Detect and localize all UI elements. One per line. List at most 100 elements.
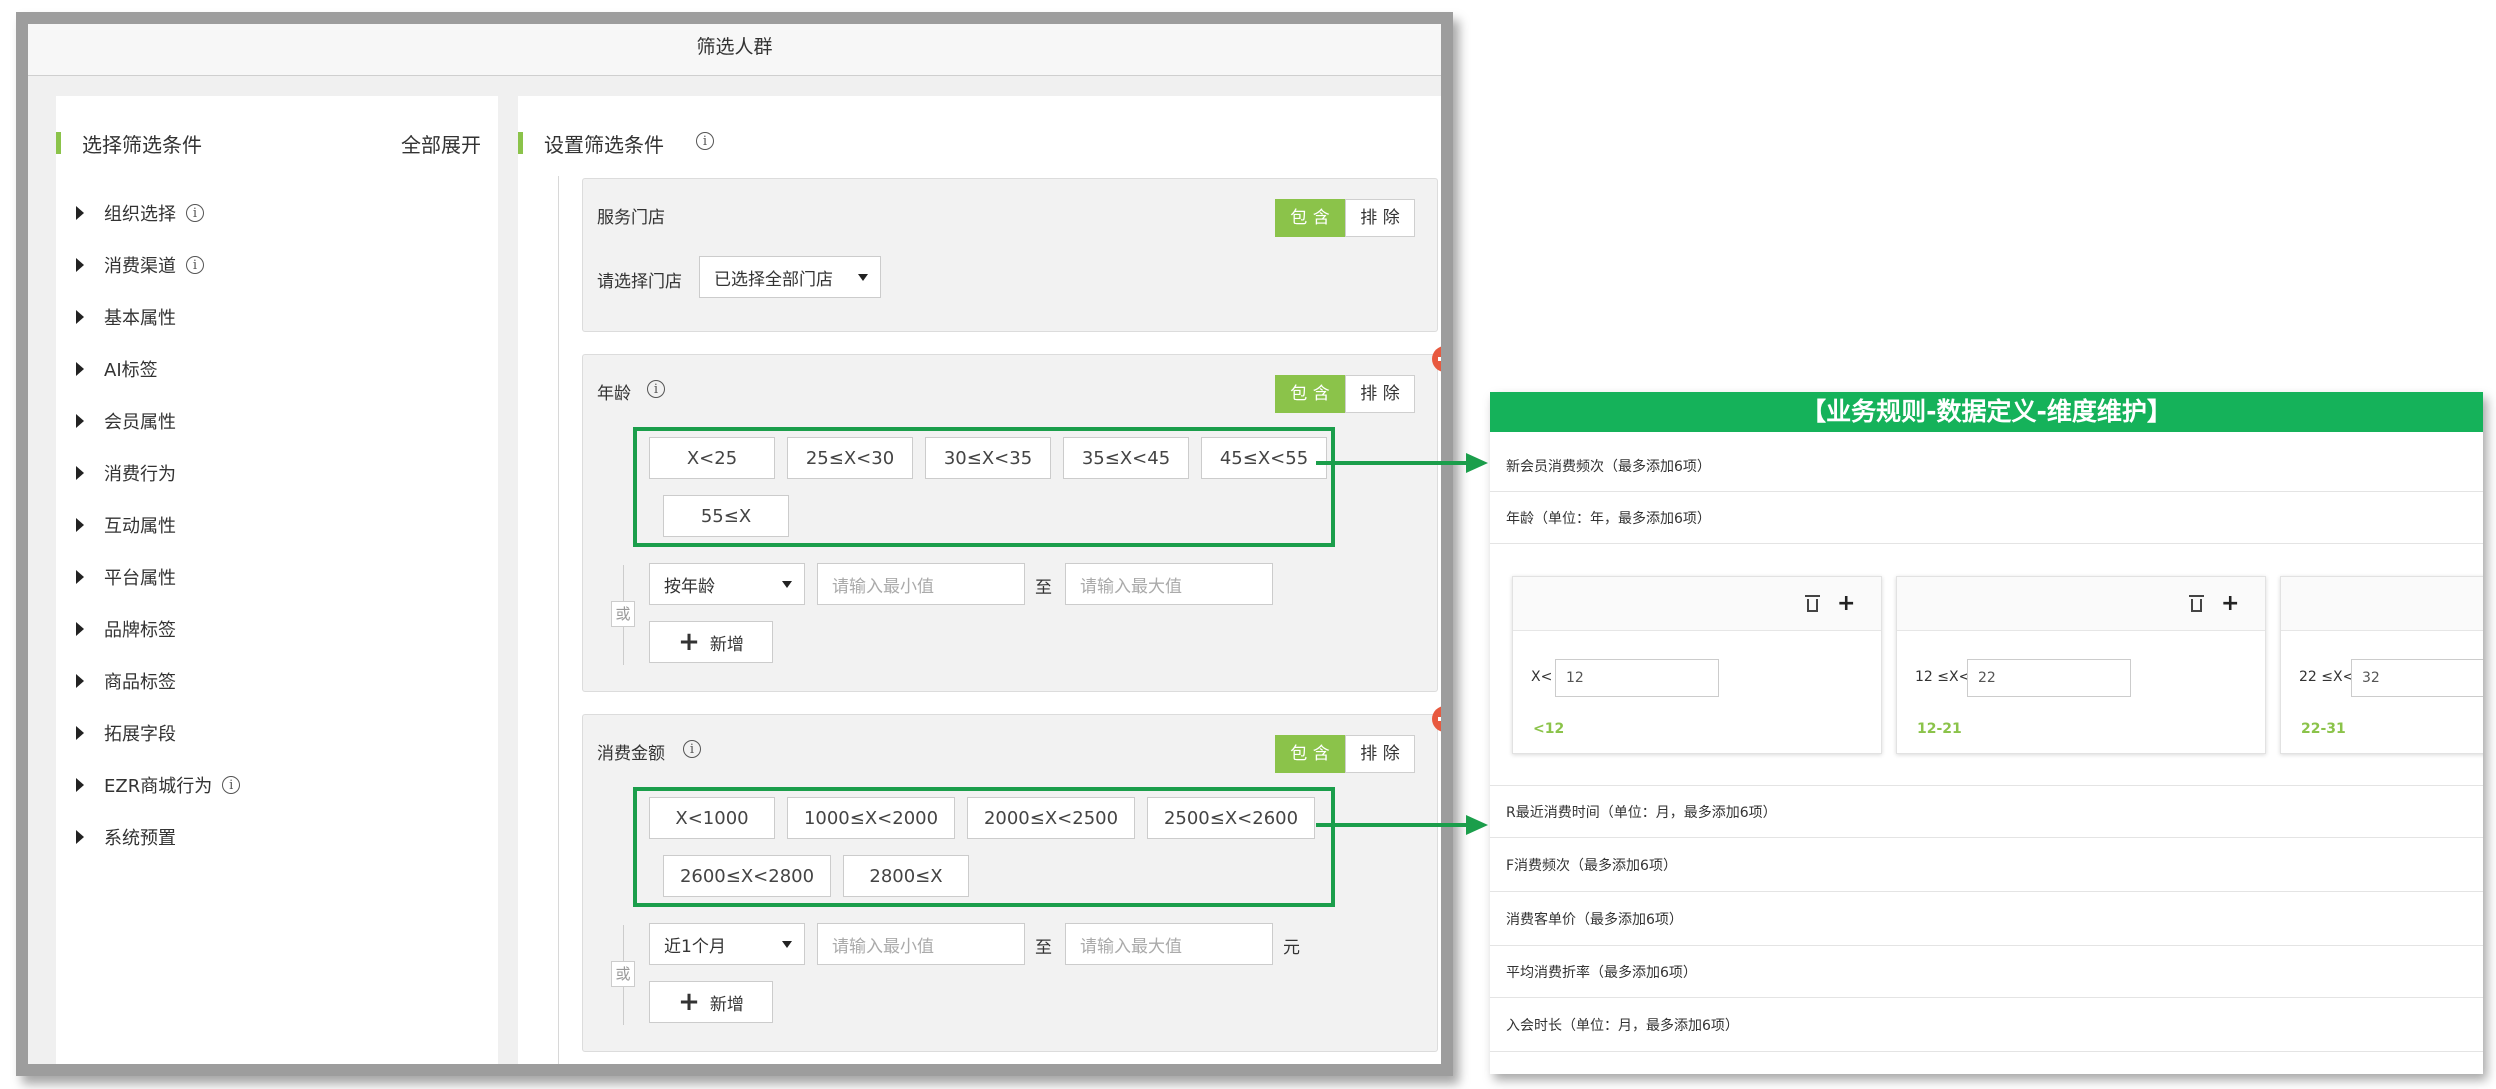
- age-range-input[interactable]: 32: [2351, 659, 2483, 697]
- amount-min-input[interactable]: 请输入最小值: [817, 923, 1025, 965]
- age-mode-select[interactable]: 按年龄: [649, 563, 805, 605]
- store-condition-card: 服务门店 包 含 排 除 请选择门店 已选择全部门店: [582, 178, 1438, 332]
- plus-icon: +: [678, 627, 700, 657]
- tree-item-org[interactable]: 组织选择 i: [76, 198, 204, 228]
- tree-item-interact[interactable]: 互动属性: [76, 510, 176, 540]
- include-exclude-toggle: 包 含 排 除: [1275, 735, 1415, 773]
- age-max-input[interactable]: 请输入最大值: [1065, 563, 1273, 605]
- tree-item-platform[interactable]: 平台属性: [76, 562, 176, 592]
- age-option-chip[interactable]: 30≤X<35: [925, 437, 1051, 479]
- amount-option-chip[interactable]: 1000≤X<2000: [787, 797, 955, 839]
- amount-option-chip[interactable]: 2000≤X<2500: [967, 797, 1135, 839]
- age-range-result: 22-31: [2301, 721, 2346, 737]
- age-range-card-header: +: [1897, 577, 2265, 631]
- rules-panel-header: 【业务规则-数据定义-维度维护】: [1490, 392, 2483, 432]
- tree-item-product[interactable]: 商品标签: [76, 666, 176, 696]
- age-range-label: 22 ≤X<: [2299, 669, 2355, 685]
- trash-icon[interactable]: [2189, 595, 2204, 612]
- age-range-label: 12 ≤X<: [1915, 669, 1971, 685]
- age-option-chip[interactable]: 25≤X<30: [787, 437, 913, 479]
- age-range-card: + X< 12 <12: [1512, 576, 1882, 754]
- info-icon[interactable]: i: [186, 256, 204, 274]
- rule-row[interactable]: 新会员消费频次（最多添加6项）: [1490, 440, 2483, 492]
- age-range-result: 12-21: [1917, 721, 1962, 737]
- add-amount-range-button[interactable]: + 新增: [649, 981, 773, 1023]
- age-range-input[interactable]: 22: [1967, 659, 2131, 697]
- amount-max-input[interactable]: 请输入最大值: [1065, 923, 1273, 965]
- tree-item-ai[interactable]: AI标签: [76, 354, 158, 384]
- plus-icon[interactable]: +: [2221, 593, 2239, 615]
- store-select[interactable]: 已选择全部门店: [699, 256, 881, 298]
- trash-icon[interactable]: [1805, 595, 1820, 612]
- plus-icon: +: [678, 987, 700, 1017]
- business-rules-panel: 【业务规则-数据定义-维度维护】 新会员消费频次（最多添加6项） 年龄（单位：年…: [1490, 392, 2483, 1074]
- rule-row[interactable]: 消费客单价（最多添加6项）: [1490, 892, 2483, 946]
- next-condition-card: [582, 1074, 1438, 1076]
- age-option-chip[interactable]: X<25: [649, 437, 775, 479]
- dropdown-arrow-icon: [782, 581, 792, 588]
- age-range-card: + 12 ≤X< 22 12-21: [1896, 576, 2266, 754]
- add-age-range-button[interactable]: + 新增: [649, 621, 773, 663]
- age-option-chip[interactable]: 55≤X: [663, 495, 789, 537]
- caret-right-icon: [76, 258, 84, 272]
- amount-condition-card: 消费金额 i 包 含 排 除 X<1000 1000≤X<2000 2000≤X…: [582, 714, 1438, 1052]
- connector-arrow-line: [1316, 823, 1468, 827]
- include-button[interactable]: 包 含: [1275, 199, 1345, 237]
- tree-item-member[interactable]: 会员属性: [76, 406, 176, 436]
- age-min-input[interactable]: 请输入最小值: [817, 563, 1025, 605]
- condition-setting-panel: 设置筛选条件 i 服务门店 包 含 排 除 请选择门店 已选择全部门店 年龄 i…: [518, 96, 1453, 1076]
- remove-age-icon[interactable]: [1432, 346, 1441, 372]
- age-option-chip[interactable]: 35≤X<45: [1063, 437, 1189, 479]
- amount-option-chip[interactable]: 2500≤X<2600: [1147, 797, 1315, 839]
- condition-list-title: 选择筛选条件: [82, 133, 202, 157]
- include-button[interactable]: 包 含: [1275, 735, 1345, 773]
- info-icon[interactable]: i: [647, 380, 665, 398]
- age-range-input[interactable]: 12: [1555, 659, 1719, 697]
- arrow-right-icon: [1466, 815, 1488, 835]
- tree-item-system[interactable]: 系统预置: [76, 822, 176, 852]
- age-range-card: 22 ≤X< 32 22-31: [2280, 576, 2483, 754]
- arrow-right-icon: [1466, 453, 1488, 473]
- include-button[interactable]: 包 含: [1275, 375, 1345, 413]
- info-icon[interactable]: i: [186, 204, 204, 222]
- amount-option-chip[interactable]: X<1000: [649, 797, 775, 839]
- caret-right-icon: [76, 570, 84, 584]
- rule-row[interactable]: 入会时长（单位：月，最多添加6项）: [1490, 998, 2483, 1052]
- expand-all-link[interactable]: 全部展开: [401, 129, 481, 158]
- or-badge: 或: [611, 601, 635, 627]
- remove-next-icon[interactable]: [1432, 1066, 1453, 1076]
- caret-right-icon: [76, 362, 84, 376]
- age-range-card-header: +: [1513, 577, 1881, 631]
- period-select[interactable]: 近1个月: [649, 923, 805, 965]
- dropdown-arrow-icon: [858, 274, 868, 281]
- rule-row[interactable]: R最近消费时间（单位：月，最多添加6项）: [1490, 786, 2483, 838]
- tree-item-brand[interactable]: 品牌标签: [76, 614, 176, 644]
- info-icon[interactable]: i: [683, 740, 701, 758]
- info-icon[interactable]: i: [222, 776, 241, 794]
- tree-item-extend[interactable]: 拓展字段: [76, 718, 176, 748]
- remove-amount-icon[interactable]: [1432, 706, 1441, 732]
- plus-icon[interactable]: +: [1837, 593, 1855, 615]
- caret-right-icon: [76, 830, 84, 844]
- exclude-button[interactable]: 排 除: [1345, 199, 1415, 237]
- currency-unit: 元: [1283, 938, 1300, 958]
- tree-item-ezr[interactable]: EZR商城行为 i: [76, 770, 241, 800]
- exclude-button[interactable]: 排 除: [1345, 375, 1415, 413]
- rule-row[interactable]: 平均消费折率（最多添加6项）: [1490, 946, 2483, 998]
- tree-item-consume[interactable]: 消费行为: [76, 458, 176, 488]
- rule-row[interactable]: 年龄（单位：年，最多添加6项）: [1490, 492, 2483, 544]
- age-option-chip[interactable]: 45≤X<55: [1201, 437, 1327, 479]
- amount-option-chip[interactable]: 2800≤X: [843, 855, 969, 897]
- info-icon[interactable]: i: [696, 132, 714, 150]
- caret-right-icon: [76, 466, 84, 480]
- condition-list-panel: 选择筛选条件 全部展开 组织选择 i 消费渠道 i 基本属性 AI标签 会员属性 消…: [56, 96, 498, 1064]
- tree-item-channel[interactable]: 消费渠道 i: [76, 250, 204, 280]
- exclude-button[interactable]: 排 除: [1345, 735, 1415, 773]
- tree-item-basic[interactable]: 基本属性: [76, 302, 176, 332]
- age-condition-card: 年龄 i 包 含 排 除 X<25 25≤X<30 30≤X<35 35≤X<4…: [582, 354, 1438, 692]
- rule-row[interactable]: F消费频次（最多添加6项）: [1490, 838, 2483, 892]
- amount-option-chip[interactable]: 2600≤X<2800: [663, 855, 831, 897]
- caret-right-icon: [76, 310, 84, 324]
- caret-right-icon: [76, 726, 84, 740]
- tree-line: [558, 176, 559, 1064]
